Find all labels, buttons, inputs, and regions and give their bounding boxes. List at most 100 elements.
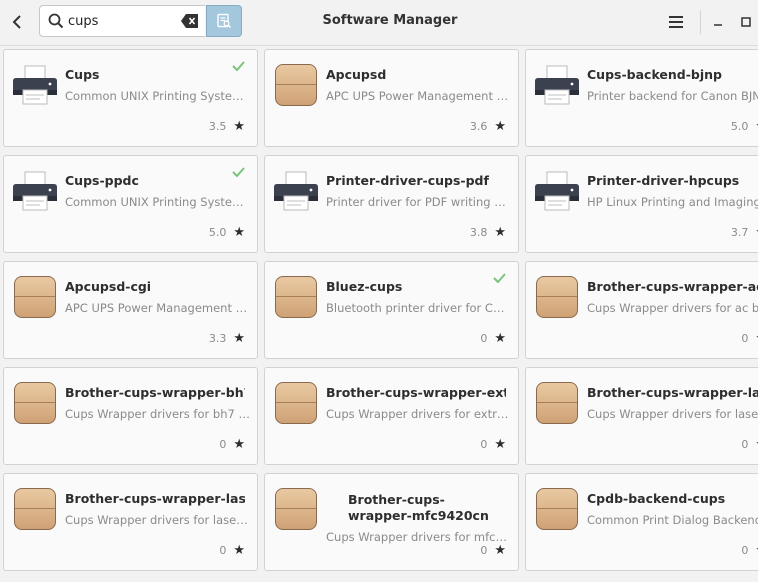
clear-search-icon[interactable] xyxy=(181,14,199,28)
printer-icon xyxy=(12,170,57,212)
app-card[interactable]: Brother-cups-wrapper-ac Cups Wrapper driv… xyxy=(525,261,758,359)
star-icon: ★ xyxy=(233,331,245,346)
rating-value: 3.8 xyxy=(469,226,488,239)
app-card[interactable]: Apcupsd-cgi APC UPS Power Management (… 3.… xyxy=(3,261,258,359)
header-bar: Software Manager xyxy=(0,0,758,46)
app-rating: 5.0★ xyxy=(731,119,758,134)
app-name: Cups-ppdc xyxy=(65,173,139,188)
app-description: Cups Wrapper drivers for laser… xyxy=(65,513,250,527)
app-card[interactable]: Cups-backend-bjnp Printer backend for Can… xyxy=(525,49,758,147)
app-description: Cups Wrapper drivers for mfc9… xyxy=(326,530,511,544)
printer-icon xyxy=(534,170,579,212)
app-description: APC UPS Power Management (… xyxy=(326,89,511,103)
app-description: Common UNIX Printing System(… xyxy=(65,89,250,103)
printer-icon xyxy=(273,170,318,212)
rating-value: 3.5 xyxy=(208,120,227,133)
app-rating: 0★ xyxy=(480,437,506,452)
installed-check-icon xyxy=(232,56,245,75)
app-card[interactable]: Cups Common UNIX Printing System(… 3.5 ★ xyxy=(3,49,258,147)
app-card[interactable]: Cpdb-backend-cups Common Print Dialog Bac… xyxy=(525,473,758,571)
back-button[interactable] xyxy=(4,8,30,36)
printer-icon xyxy=(534,64,579,106)
maximize-button[interactable] xyxy=(736,11,756,33)
package-box-icon xyxy=(275,276,317,318)
package-box-icon xyxy=(14,488,56,530)
search-in-description-button[interactable] xyxy=(206,5,242,37)
star-icon: ★ xyxy=(233,119,245,134)
rating-value: 0 xyxy=(219,438,227,451)
app-card[interactable]: Brother-cups-wrapper-bh7 Cups Wrapper dri… xyxy=(3,367,258,465)
minimize-icon xyxy=(714,24,722,26)
maximize-icon xyxy=(741,17,751,27)
app-name: Bluez-cups xyxy=(326,279,403,294)
star-icon: ★ xyxy=(233,225,245,240)
app-name: Apcupsd xyxy=(326,67,387,82)
app-card[interactable]: Cups-ppdc Common UNIX Printing System(… 5.… xyxy=(3,155,258,253)
app-rating: 0★ xyxy=(741,437,758,452)
app-rating: 3.6 ★ xyxy=(470,119,506,134)
star-icon: ★ xyxy=(494,543,506,558)
app-rating: 0★ xyxy=(480,543,506,558)
star-icon: ★ xyxy=(233,543,245,558)
app-name: Brother-cups-wrapper-ac xyxy=(587,279,758,294)
app-rating: 3.8 ★ xyxy=(470,225,506,240)
app-rating: 0★ xyxy=(480,331,506,346)
rating-value: 5.0 xyxy=(730,120,749,133)
rating-value: 0 xyxy=(480,544,488,557)
app-description: Printer backend for Canon BJN xyxy=(587,89,758,103)
app-rating: 0★ xyxy=(219,543,245,558)
package-box-icon xyxy=(275,382,317,424)
app-rating: 3.7★ xyxy=(731,225,758,240)
app-description: Cups Wrapper drivers for ac br… xyxy=(587,301,758,315)
window-title: Software Manager xyxy=(322,13,458,28)
app-rating: 3.5 ★ xyxy=(209,119,245,134)
menu-button[interactable] xyxy=(664,11,688,33)
app-name: Brother-cups-wrapper-laser1 xyxy=(65,491,245,506)
search-input[interactable] xyxy=(68,11,178,31)
chevron-left-icon xyxy=(12,15,21,29)
app-description: APC UPS Power Management (… xyxy=(65,301,250,315)
app-description: Printer driver for PDF writing v… xyxy=(326,195,511,209)
star-icon: ★ xyxy=(494,119,506,134)
app-name: Cups xyxy=(65,67,100,82)
app-name: Brother-cups-wrapper-laser xyxy=(587,385,758,400)
app-name: Brother-cups-wrapper-extra xyxy=(326,385,506,400)
package-box-icon xyxy=(275,488,317,530)
app-card[interactable]: Bluez-cups Bluetooth printer driver for C… xyxy=(264,261,519,359)
app-rating: 5.0★ xyxy=(209,225,245,240)
rating-value: 3.3 xyxy=(208,332,227,345)
star-icon: ★ xyxy=(233,437,245,452)
installed-check-icon xyxy=(493,268,506,287)
app-rating: 0★ xyxy=(741,331,758,346)
app-card[interactable]: Apcupsd APC UPS Power Management (… 3.6 ★ xyxy=(264,49,519,147)
rating-value: 0 xyxy=(741,544,749,557)
package-box-icon xyxy=(536,382,578,424)
app-rating: 0★ xyxy=(741,543,758,558)
app-description: Common Print Dialog Backends xyxy=(587,513,758,527)
app-card[interactable]: Printer-driver-cups-pdf Printer driver fo… xyxy=(264,155,519,253)
app-description: Common UNIX Printing System(… xyxy=(65,195,250,209)
app-card[interactable]: Brother-cups-wrapper-mfc9420cn Cups Wrapp… xyxy=(264,473,519,571)
app-card[interactable]: Brother-cups-wrapper-extra Cups Wrapper d… xyxy=(264,367,519,465)
package-box-icon xyxy=(14,276,56,318)
search-field[interactable] xyxy=(39,5,205,37)
document-search-icon xyxy=(217,13,232,29)
rating-value: 3.7 xyxy=(730,226,749,239)
app-card[interactable]: Brother-cups-wrapper-laser1 Cups Wrapper … xyxy=(3,473,258,571)
app-description: Bluetooth printer driver for C… xyxy=(326,301,505,315)
app-name: Brother-cups-wrapper-bh7 xyxy=(65,385,245,400)
rating-value: 0 xyxy=(219,544,227,557)
package-box-icon xyxy=(536,276,578,318)
minimize-button[interactable] xyxy=(708,11,728,33)
app-card[interactable]: Brother-cups-wrapper-laser Cups Wrapper d… xyxy=(525,367,758,465)
app-card[interactable]: Printer-driver-hpcups HP Linux Printing a… xyxy=(525,155,758,253)
rating-value: 0 xyxy=(741,332,749,345)
app-rating: 0★ xyxy=(219,437,245,452)
star-icon: ★ xyxy=(494,331,506,346)
app-rating: 3.3 ★ xyxy=(209,331,245,346)
app-name: Cups-backend-bjnp xyxy=(587,67,723,82)
printer-icon xyxy=(12,64,57,106)
app-name: Printer-driver-hpcups xyxy=(587,173,740,188)
package-box-icon xyxy=(536,488,578,530)
package-box-icon xyxy=(14,382,56,424)
